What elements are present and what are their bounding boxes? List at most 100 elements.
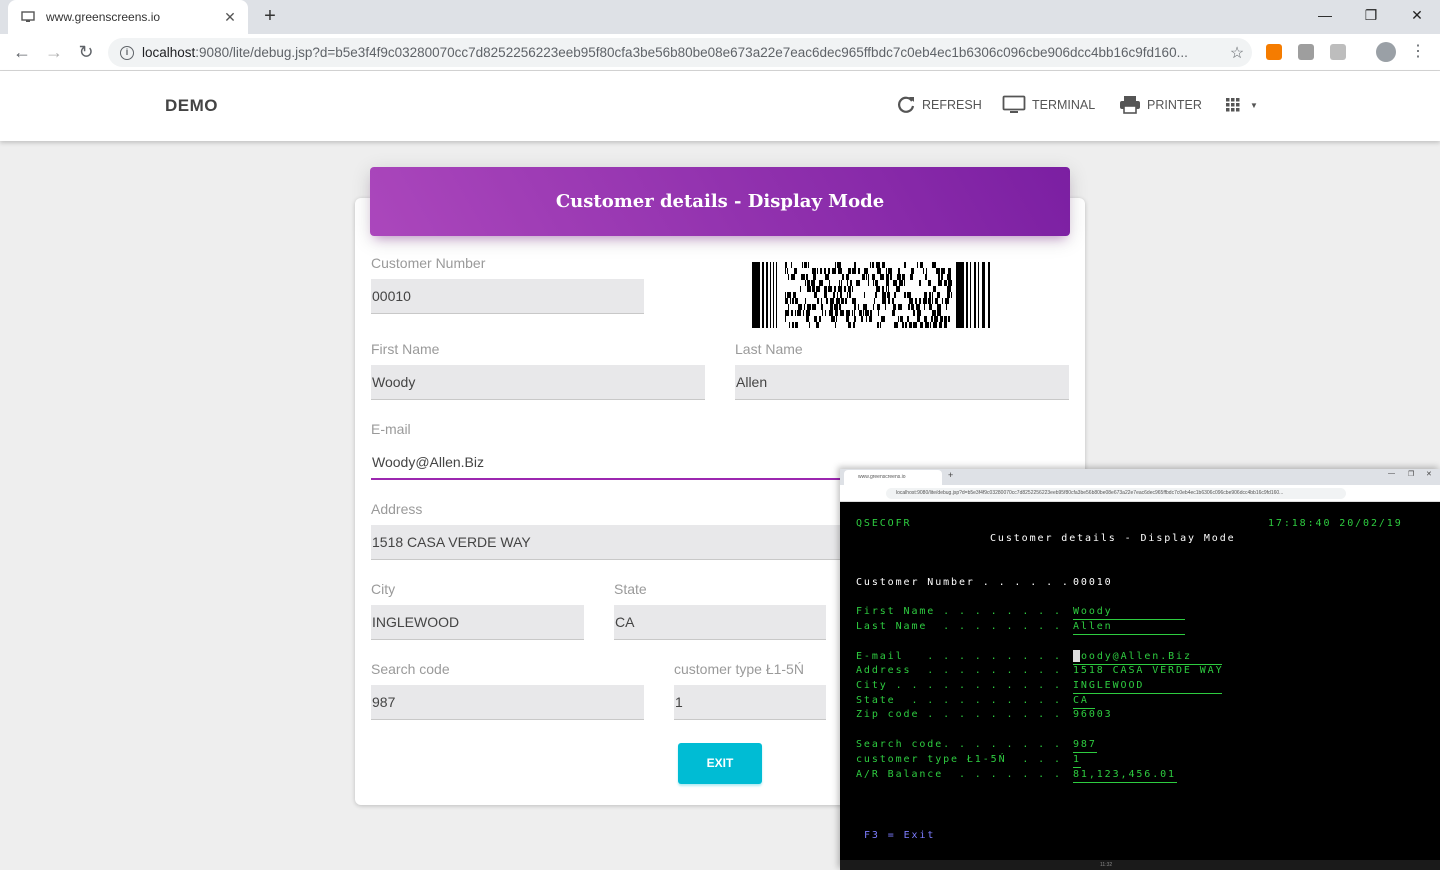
barcode-image (752, 262, 990, 328)
close-window-button[interactable]: ✕ (1394, 0, 1440, 30)
terminal-label: TERMINAL (1032, 98, 1096, 112)
printer-button[interactable]: PRINTER (1119, 93, 1202, 117)
terminal-customer-type[interactable]: 1 (1073, 754, 1081, 765)
printer-icon (1119, 95, 1141, 115)
close-tab-icon[interactable]: ✕ (222, 9, 238, 26)
terminal-balance-label: A/R Balance . . . . . . . (856, 769, 1062, 780)
terminal-address[interactable]: 1518 CASA VERDE WAY (1073, 665, 1224, 676)
customer-type-label: customer type Ł1-5Ń (674, 661, 804, 677)
first-name-label: First Name (371, 341, 440, 357)
terminal-balance: 81,123,456.01 (1073, 769, 1176, 780)
terminal-restore-icon[interactable]: ❐ (1408, 470, 1414, 478)
address-label: Address (371, 501, 423, 517)
terminal-field-underline (1073, 782, 1177, 783)
info-icon[interactable]: i (120, 45, 134, 60)
first-name-field[interactable]: Woody (371, 365, 705, 400)
reload-icon[interactable]: ↻ (74, 40, 98, 64)
terminal-tabstrip: www.greenscreens.io + — ❐ ✕ (840, 469, 1440, 485)
terminal-address-bar[interactable]: localhost:9080/lite/debug.jsp?d=b5e3f4f9… (886, 488, 1346, 499)
terminal-field-underline (1073, 619, 1185, 620)
customer-type-field[interactable]: 1 (674, 685, 826, 720)
browser-tab[interactable]: www.greenscreens.io ✕ (8, 0, 248, 34)
terminal-function-key[interactable]: F3 = Exit (864, 830, 935, 841)
terminal-button[interactable]: TERMINAL (1002, 93, 1095, 117)
city-field[interactable]: INGLEWOOD (371, 605, 584, 640)
extension-icon[interactable] (1298, 44, 1314, 60)
terminal-last-name-label: Last Name . . . . . . . . (856, 621, 1062, 632)
terminal-program: QSECOFR (856, 518, 912, 529)
last-name-field[interactable]: Allen (735, 365, 1069, 400)
brand-title[interactable]: DEMO (165, 96, 218, 116)
caret-down-icon: ▼ (1250, 100, 1258, 110)
terminal-minimize-icon[interactable]: — (1388, 470, 1395, 477)
refresh-icon (896, 95, 916, 115)
page-title: Customer details - Display Mode (555, 191, 885, 212)
terminal-city[interactable]: INGLEWOOD (1073, 680, 1144, 691)
terminal-first-name[interactable]: Woody (1073, 606, 1113, 617)
last-name-label: Last Name (735, 341, 803, 357)
refresh-button[interactable]: REFRESH (896, 93, 982, 117)
card-header: Customer details - Display Mode (370, 167, 1070, 236)
terminal-email-label: E-mail . . . . . . . . . (856, 651, 1062, 662)
restore-button[interactable]: ❐ (1348, 0, 1394, 30)
terminal-field-underline (1073, 693, 1222, 694)
terminal-window: www.greenscreens.io + — ❐ ✕ localhost:90… (840, 469, 1440, 870)
search-code-label: Search code (371, 661, 450, 677)
terminal-city-label: City . . . . . . . . . . . (856, 680, 1062, 691)
grid-icon (1226, 98, 1240, 112)
customer-number-field[interactable]: 00010 (371, 279, 644, 314)
minimize-button[interactable]: — (1302, 0, 1348, 30)
terminal-address-toolbar: localhost:9080/lite/debug.jsp?d=b5e3f4f9… (840, 485, 1440, 502)
terminal-customer-number: 00010 (1073, 577, 1113, 588)
refresh-label: REFRESH (922, 98, 982, 112)
back-icon[interactable]: ← (10, 40, 34, 64)
terminal-search-code-label: Search code. . . . . . . . (856, 739, 1062, 750)
terminal-last-name[interactable]: Allen (1073, 621, 1113, 632)
terminal-search-code[interactable]: 987 (1073, 739, 1097, 750)
terminal-field-underline (1073, 767, 1081, 768)
profile-avatar-icon[interactable] (1376, 42, 1396, 62)
terminal-new-tab-icon[interactable]: + (948, 470, 953, 480)
terminal-title: Customer details - Display Mode (990, 533, 1236, 544)
search-code-field[interactable]: 987 (371, 685, 644, 720)
monitor-icon (1002, 95, 1026, 115)
terminal-status-time: 11:32 (1100, 862, 1113, 868)
terminal-status-bar: 11:32 (840, 860, 1440, 870)
state-label: State (614, 581, 647, 597)
terminal-first-name-label: First Name . . . . . . . . (856, 606, 1062, 617)
tab-title: www.greenscreens.io (46, 10, 161, 24)
browser-tabstrip: www.greenscreens.io ✕ + — ❐ ✕ (0, 0, 1440, 34)
apps-menu-button[interactable]: ▼ (1226, 93, 1258, 117)
customer-number-label: Customer Number (371, 255, 486, 271)
extension-icon[interactable] (1330, 44, 1346, 60)
app-header: DEMO REFRESH TERMINAL PRINTER ▼ (0, 71, 1440, 141)
terminal-cursor (1073, 650, 1080, 662)
bookmark-star-icon[interactable]: ☆ (1222, 43, 1252, 63)
terminal-email[interactable]: oody@Allen.Biz (1081, 651, 1192, 662)
terminal-state-label: State . . . . . . . . . . (856, 695, 1062, 706)
email-label: E-mail (371, 421, 411, 437)
terminal-zip[interactable]: 96003 (1073, 709, 1113, 720)
browser-menu-icon[interactable]: ⋮ (1410, 42, 1426, 62)
terminal-datetime: 17:18:40 20/02/19 (1268, 518, 1403, 529)
terminal-close-icon[interactable]: ✕ (1426, 470, 1432, 478)
printer-label: PRINTER (1147, 98, 1202, 112)
new-tab-button[interactable]: + (258, 4, 282, 28)
terminal-browser-tab[interactable]: www.greenscreens.io (844, 470, 942, 485)
terminal-field-underline (1073, 752, 1097, 753)
extension-icon[interactable] (1266, 44, 1282, 60)
terminal-zip-label: Zip code . . . . . . . . . (856, 709, 1062, 720)
forward-icon[interactable]: → (42, 40, 66, 64)
terminal-customer-type-label: customer type Ł1-5Ń . . . (856, 754, 1062, 765)
address-bar[interactable]: i localhost:9080/lite/debug.jsp?d=b5e3f4… (108, 38, 1252, 67)
city-label: City (371, 581, 396, 597)
state-field[interactable]: CA (614, 605, 826, 640)
monitor-icon (20, 9, 36, 25)
terminal-customer-number-label: Customer Number . . . . . . (856, 577, 1070, 588)
terminal-address-label: Address . . . . . . . . . (856, 665, 1062, 676)
exit-button[interactable]: EXIT (678, 743, 762, 784)
url-text: localhost:9080/lite/debug.jsp?d=b5e3f4f9… (142, 45, 1188, 60)
terminal-field-underline (1073, 634, 1185, 635)
browser-toolbar: ← → ↻ i localhost:9080/lite/debug.jsp?d=… (0, 34, 1440, 71)
terminal-state[interactable]: CA (1073, 695, 1089, 706)
